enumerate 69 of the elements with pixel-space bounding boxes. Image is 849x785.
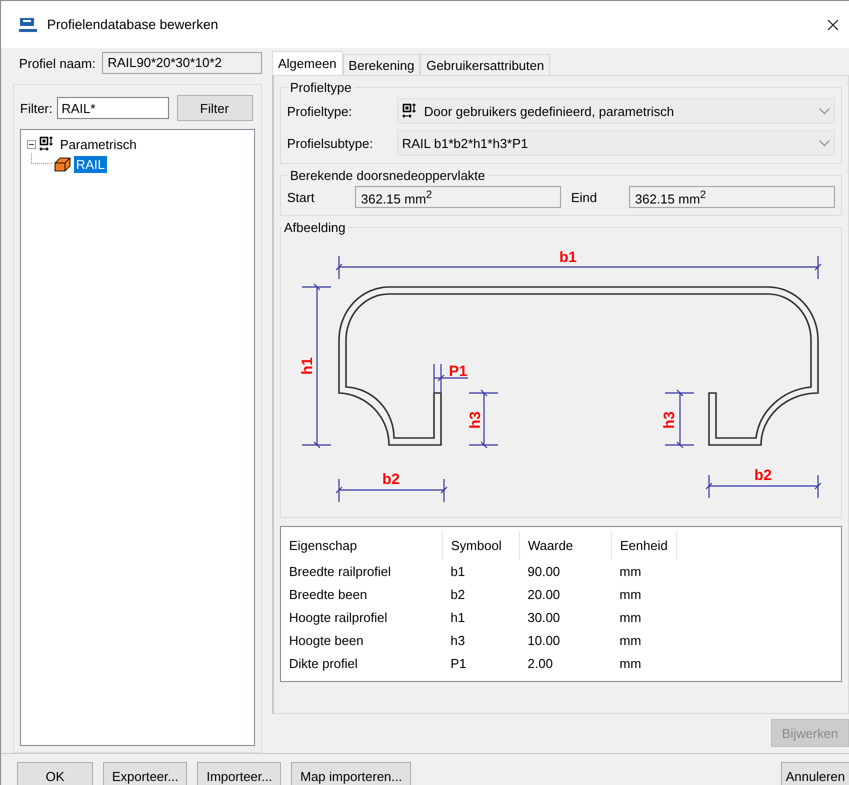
- group-title: Profieltype: [289, 80, 352, 95]
- window-title: Profielendatabase bewerken: [47, 17, 220, 32]
- profile-subtype-dropdown[interactable]: RAIL b1*b2*h1*h3*P1: [397, 130, 835, 156]
- table-cell-text: Dikte profiel: [288, 655, 359, 673]
- profile-name-field[interactable]: RAIL90*20*30*10*2: [102, 52, 262, 74]
- start-area-field[interactable]: 362.15 mm$^{2}$: [355, 186, 561, 208]
- filter-button[interactable]: Filter: [176, 95, 252, 121]
- group-title: Afbeelding: [283, 220, 346, 235]
- dimension-label: b2: [754, 467, 772, 484]
- table-cell-text: P1: [450, 655, 468, 673]
- field-label: Profieltype:: [287, 104, 354, 118]
- table-cell-text: 2.00: [526, 655, 554, 673]
- profile-type-dropdown[interactable]: Door gebruikers gedefinieerd, parametrisch: [397, 98, 835, 124]
- field-label: Start: [287, 190, 316, 204]
- table-cell-text: mm: [618, 586, 642, 604]
- tab[interactable]: Gebruikersattributen: [420, 54, 550, 75]
- dimension-label: P1: [448, 363, 468, 380]
- tab[interactable]: Berekening: [342, 54, 420, 75]
- dropdown-value: RAIL b1*b2*h1*h3*P1: [402, 136, 530, 150]
- close-icon[interactable]: [827, 18, 839, 30]
- dimension-label: h1: [299, 357, 316, 375]
- table-cell-text: 10.00: [526, 632, 562, 650]
- table-cell-text: Hoogte railprofiel: [288, 609, 388, 627]
- dropdown-value: Door gebruikers gedefinieerd, parametrisch: [424, 104, 676, 118]
- dimension-line: [665, 390, 694, 448]
- dimension-label: h3: [467, 411, 484, 429]
- table-cell-text: 20.00: [526, 586, 562, 604]
- tree-item[interactable]: RAIL: [74, 156, 107, 172]
- table-cell: 90.00: [520, 560, 612, 583]
- dimension-label: b1: [559, 249, 577, 266]
- box-icon: [54, 156, 72, 172]
- filter-field[interactable]: RAIL*: [56, 97, 168, 119]
- column-header[interactable]: Waarde: [520, 531, 612, 560]
- cancel-button[interactable]: Annuleren: [780, 762, 849, 785]
- table-cell: b1: [442, 560, 520, 583]
- table-cell-text: h3: [450, 632, 466, 650]
- group-title: Berekende doorsnedeoppervlakte: [289, 168, 486, 183]
- field-label: Filter:: [20, 100, 52, 116]
- tab[interactable]: Algemeen: [272, 51, 343, 75]
- table-cell-text: Hoogte been: [288, 632, 364, 650]
- table-cell-text: mm: [618, 609, 642, 627]
- column-header[interactable]: Eenheid: [612, 531, 676, 560]
- field-label: Profielsubtype:: [287, 136, 374, 150]
- dialog-button[interactable]: OK: [17, 762, 93, 785]
- dialog-button[interactable]: Map importeren...: [291, 762, 412, 785]
- table-cell-text: 30.00: [526, 609, 562, 627]
- end-area-field[interactable]: 362.15 mm$^{2}$: [629, 186, 835, 208]
- parametric-icon: [402, 103, 418, 119]
- field-label: Eind: [570, 190, 598, 204]
- table-cell-text: h1: [450, 609, 466, 627]
- chevron-down-icon: [819, 140, 830, 146]
- table-cell: mm: [612, 560, 676, 583]
- table-cell-text: Breedte been: [288, 586, 368, 604]
- column-header[interactable]: Symbool: [442, 531, 520, 560]
- parametric-icon: [39, 136, 55, 152]
- field-label: Profiel naam:: [19, 56, 96, 70]
- dialog-button[interactable]: Exporteer...: [103, 762, 188, 785]
- app-icon: [19, 18, 37, 32]
- dialog-button[interactable]: Importeer...: [197, 762, 282, 785]
- table-cell-text: b2: [450, 586, 466, 604]
- collapse-icon[interactable]: [27, 140, 36, 148]
- table-cell-text: mm: [618, 655, 642, 673]
- chevron-down-icon: [819, 108, 830, 114]
- dimension-label: h3: [661, 411, 678, 429]
- column-header[interactable]: Eigenschap: [281, 531, 442, 560]
- table-cell-text: mm: [618, 632, 642, 650]
- tree-item[interactable]: Parametrisch: [58, 136, 139, 152]
- dimension-label: b2: [382, 471, 400, 488]
- table-cell: Breedte railprofiel: [281, 560, 442, 583]
